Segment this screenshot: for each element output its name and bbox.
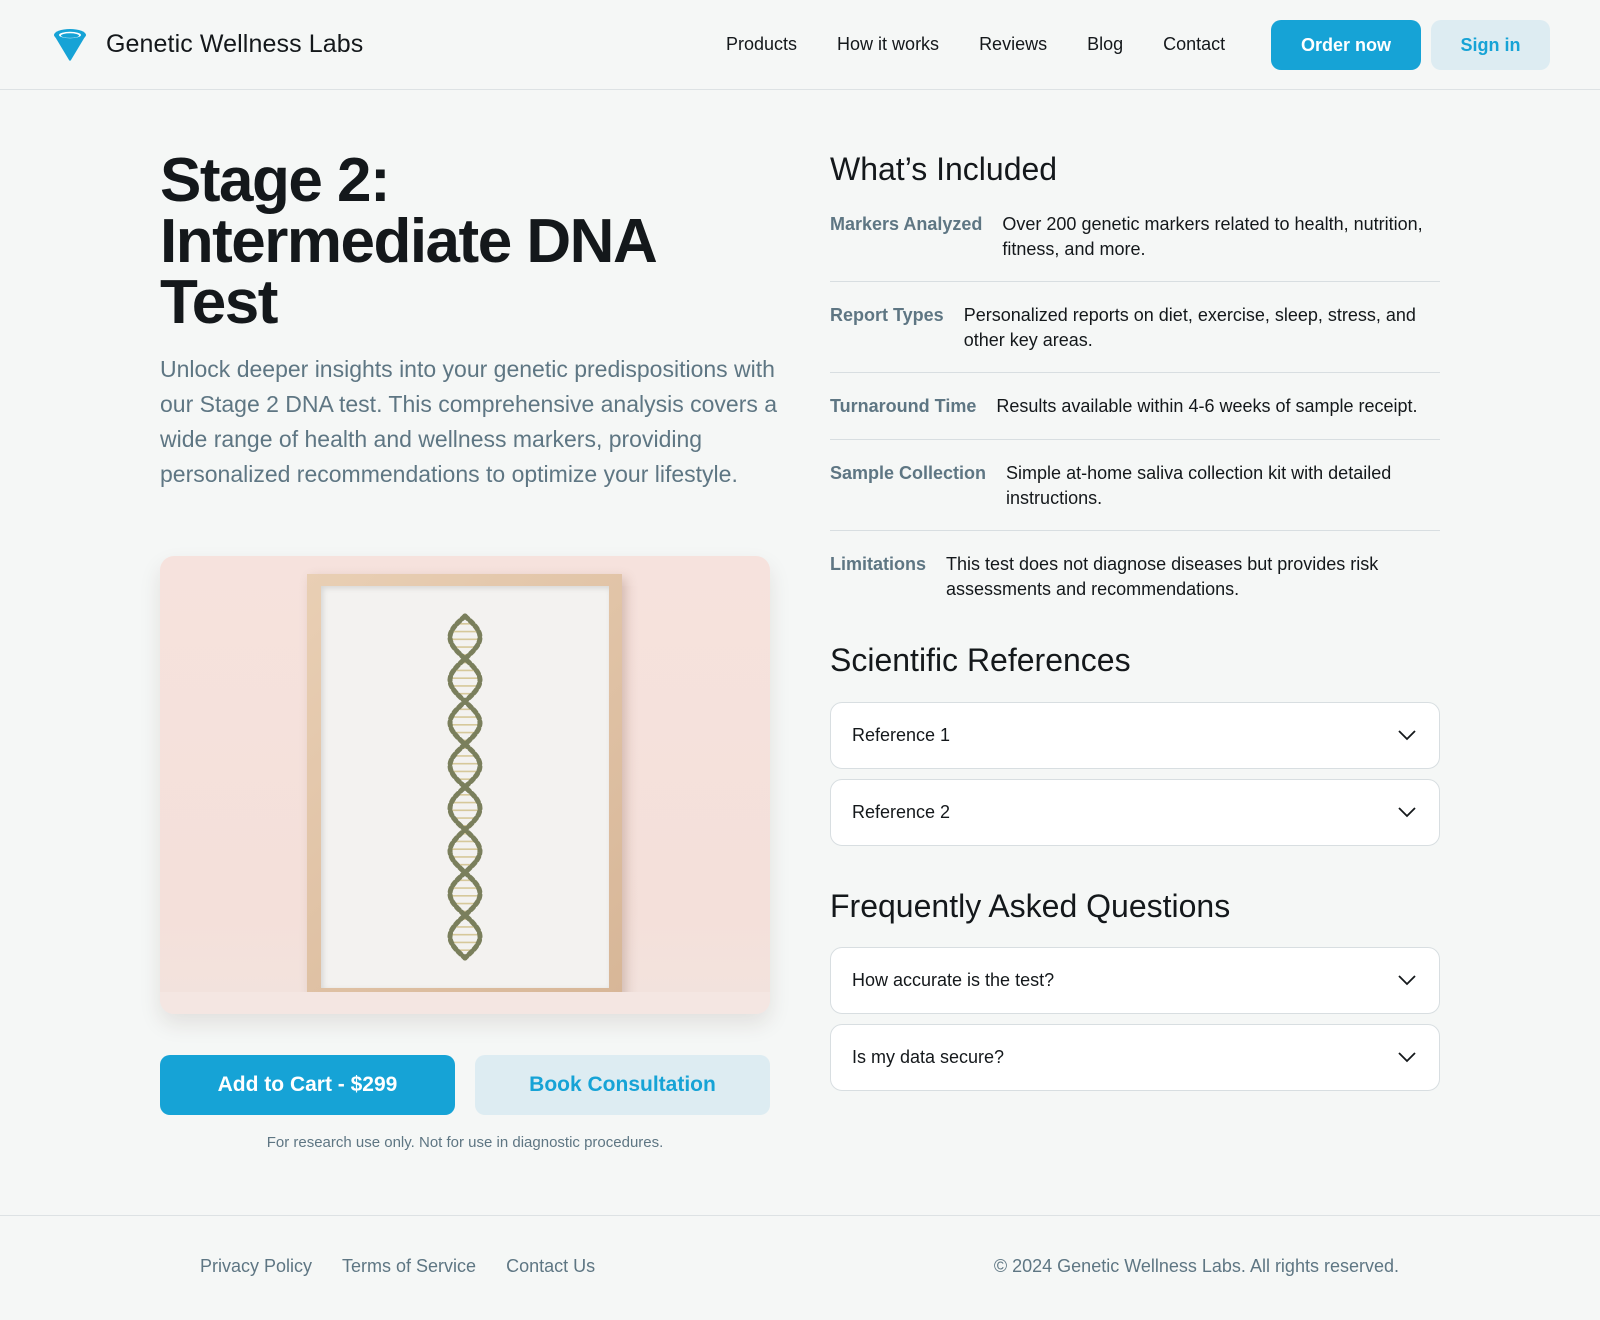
main-nav: Products How it works Reviews Blog Conta…: [726, 34, 1225, 55]
site-header: Genetic Wellness Labs Products How it wo…: [0, 0, 1600, 90]
brand[interactable]: Genetic Wellness Labs: [52, 26, 363, 62]
chevron-down-icon: [1398, 975, 1416, 986]
accordion-label: Is my data secure?: [852, 1047, 1005, 1067]
faq-accordion-accuracy[interactable]: How accurate is the test?: [830, 947, 1440, 1014]
order-now-button[interactable]: Order now: [1271, 20, 1421, 70]
add-to-cart-button[interactable]: Add to Cart - $299: [160, 1055, 455, 1115]
faq-heading: Frequently Asked Questions: [830, 888, 1231, 924]
accordion-label: Reference 2: [852, 802, 951, 822]
nav-link-blog[interactable]: Blog: [1087, 34, 1123, 55]
spec-value: Over 200 genetic markers related to heal…: [1002, 214, 1423, 259]
spec-row-sample-collection: Sample Collection Simple at-home saliva …: [830, 461, 1440, 531]
spec-row-markers: Markers Analyzed Over 200 genetic marker…: [830, 212, 1440, 282]
title-line-1: Stage 2:: [160, 146, 391, 215]
spec-value: Personalized reports on diet, exercise, …: [963, 305, 1416, 350]
copyright-text: © 2024 Genetic Wellness Labs. All rights…: [993, 1256, 1399, 1276]
scientific-references-heading: Scientific References: [830, 642, 1131, 678]
title-line-2: Intermediate DNA: [160, 207, 658, 276]
dna-helix-icon: [447, 613, 483, 961]
chevron-down-icon: [1398, 1052, 1416, 1063]
footer-link-contact[interactable]: Contact Us: [506, 1256, 595, 1277]
hero-floor: [160, 992, 770, 1014]
nav-link-reviews[interactable]: Reviews: [979, 34, 1047, 55]
reference-accordion-2[interactable]: Reference 2: [830, 779, 1440, 846]
chevron-down-icon: [1398, 730, 1416, 741]
funnel-logo-icon: [54, 29, 86, 61]
spec-label: Report Types: [830, 305, 944, 325]
nav-link-how-it-works[interactable]: How it works: [837, 34, 939, 55]
faq-accordion-data-security[interactable]: Is my data secure?: [830, 1024, 1440, 1091]
sign-in-button[interactable]: Sign in: [1431, 20, 1550, 70]
nav-link-contact[interactable]: Contact: [1163, 34, 1225, 55]
nav-link-products[interactable]: Products: [726, 34, 797, 55]
spec-value: This test does not diagnose diseases but…: [946, 554, 1379, 599]
spec-value: Simple at-home saliva collection kit wit…: [1006, 463, 1392, 508]
spec-label: Sample Collection: [830, 463, 987, 483]
product-image: [160, 556, 770, 1014]
footer-links: Privacy Policy Terms of Service Contact …: [200, 1256, 625, 1277]
product-description: Unlock deeper insights into your genetic…: [160, 356, 778, 487]
spec-row-report-types: Report Types Personalized reports on die…: [830, 303, 1440, 373]
spec-label: Markers Analyzed: [830, 214, 983, 234]
site-footer: Privacy Policy Terms of Service Contact …: [0, 1215, 1600, 1320]
footer-link-privacy[interactable]: Privacy Policy: [200, 1256, 312, 1277]
page-title: Stage 2: Intermediate DNA Test: [160, 150, 720, 334]
chevron-down-icon: [1398, 807, 1416, 818]
book-consultation-button[interactable]: Book Consultation: [475, 1055, 770, 1115]
accordion-label: Reference 1: [852, 725, 951, 745]
spec-value: Results available within 4-6 weeks of sa…: [996, 396, 1418, 416]
spec-row-turnaround: Turnaround Time Results available within…: [830, 394, 1440, 440]
footer-link-terms[interactable]: Terms of Service: [342, 1256, 476, 1277]
brand-name: Genetic Wellness Labs: [106, 29, 364, 58]
spec-label: Limitations: [830, 554, 927, 574]
whats-included-heading: What’s Included: [830, 151, 1058, 187]
spec-row-limitations: Limitations This test does not diagnose …: [830, 552, 1440, 604]
reference-accordion-1[interactable]: Reference 1: [830, 702, 1440, 769]
disclaimer-text: For research use only. Not for use in di…: [266, 1134, 664, 1151]
picture-frame: [307, 574, 622, 1000]
title-line-3: Test: [160, 268, 278, 337]
spec-label: Turnaround Time: [830, 396, 977, 416]
frame-canvas: [321, 586, 609, 988]
accordion-label: How accurate is the test?: [852, 970, 1055, 990]
